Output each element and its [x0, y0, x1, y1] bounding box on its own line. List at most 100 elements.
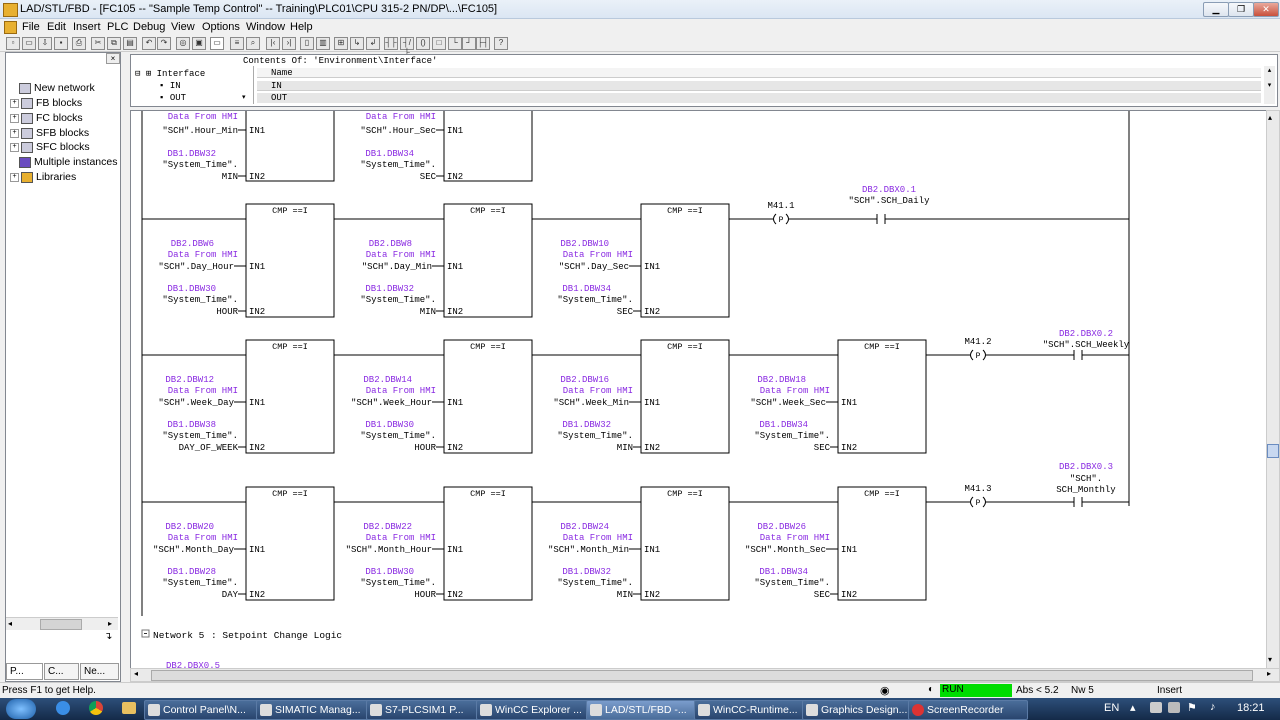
in2-operand[interactable]: HOUR	[414, 443, 436, 453]
pin-icon[interactable]: ↴	[104, 631, 116, 642]
expand-icon[interactable]: +	[10, 128, 19, 138]
in1-operand[interactable]: "SCH".Week_Min	[553, 398, 629, 408]
editor-horizontal-scrollbar[interactable]: ◂ ▸	[130, 668, 1280, 682]
in1-operand[interactable]: "SCH".Day_Hour	[158, 262, 234, 272]
contact-symbol[interactable]: "SCH".SCH_Weekly	[1043, 340, 1130, 350]
cut-icon[interactable]: ✂	[91, 37, 105, 50]
editor-vertical-scrollbar[interactable]: ▴ ▾	[1266, 110, 1280, 670]
in1-operand[interactable]: "SCH".Month_Min	[548, 545, 629, 555]
interface-row-in[interactable]: IN	[257, 81, 1261, 91]
branch-open-icon[interactable]: ↳	[350, 37, 364, 50]
in1-operand[interactable]: "SCH".Month_Day	[153, 545, 235, 555]
expand-icon[interactable]: +	[10, 113, 19, 123]
in2-operand[interactable]: SEC	[617, 307, 634, 317]
language-indicator[interactable]: EN	[1104, 702, 1119, 714]
last-network-icon[interactable]: ›|	[282, 37, 296, 50]
new-icon[interactable]: ▫	[6, 37, 20, 50]
flag-icon[interactable]: ⚑	[1187, 701, 1197, 714]
coil-icon[interactable]: ()	[416, 37, 430, 50]
start-button[interactable]	[6, 699, 36, 719]
expand-icon[interactable]: +	[10, 172, 19, 182]
menu-view[interactable]: View	[171, 21, 195, 33]
branch-icon[interactable]: └	[448, 37, 462, 50]
task-screen-recorder[interactable]: ScreenRecorder	[908, 700, 1028, 720]
menu-help[interactable]: Help	[290, 21, 313, 33]
in2-operand[interactable]: SEC	[814, 590, 831, 600]
menu-insert[interactable]: Insert	[73, 21, 101, 33]
contact-address[interactable]: DB2.DBX0.1	[862, 185, 916, 195]
scroll-thumb[interactable]	[40, 619, 82, 630]
menu-file[interactable]: File	[22, 21, 40, 33]
in2-operand[interactable]: MIN	[617, 443, 633, 453]
in1-operand[interactable]: "SCH".Month_Sec	[745, 545, 826, 555]
scroll-thumb[interactable]	[151, 670, 1253, 681]
network-icon[interactable]: ⊞	[334, 37, 348, 50]
tab-call-structure[interactable]: C...	[44, 663, 79, 680]
network-tray-icon[interactable]	[1150, 702, 1162, 713]
close-pane-icon[interactable]: ×	[106, 53, 120, 64]
menu-debug[interactable]: Debug	[133, 21, 165, 33]
expand-icon[interactable]: +	[10, 142, 19, 152]
contact-symbol[interactable]: "SCH".	[1070, 474, 1102, 484]
tree-item-fb-blocks[interactable]: + FB blocks	[10, 97, 82, 109]
tree-item-sfb-blocks[interactable]: + SFB blocks	[10, 127, 89, 139]
in1-operand[interactable]: "SCH".Month_Hour	[346, 545, 432, 555]
chrome-icon[interactable]	[89, 701, 103, 715]
in1-operand[interactable]: "SCH".Week_Hour	[351, 398, 432, 408]
menu-plc[interactable]: PLC	[107, 21, 128, 33]
layout-icon-2[interactable]: ▥	[316, 37, 330, 50]
in1-operand[interactable]: "SCH".Week_Sec	[750, 398, 826, 408]
copy-icon[interactable]: ⧉	[107, 37, 121, 50]
scroll-up-icon[interactable]: ▴	[1268, 113, 1272, 122]
interface-row-out[interactable]: OUT	[257, 93, 1261, 103]
task-plcsim[interactable]: S7-PLCSIM1 P...	[366, 700, 492, 720]
save-icon[interactable]: ▪	[54, 37, 68, 50]
first-network-icon[interactable]: |‹	[266, 37, 280, 50]
expand-icon[interactable]: +	[10, 98, 19, 108]
in1-operand[interactable]: "SCH".Week_Day	[158, 398, 234, 408]
open-icon[interactable]: ▭	[22, 37, 36, 50]
restore-button[interactable]: ❐	[1228, 2, 1254, 17]
close-button[interactable]: ✕	[1253, 2, 1279, 17]
in1-operand[interactable]: "SCH".Hour_Sec	[360, 126, 436, 136]
explorer-icon[interactable]	[122, 702, 136, 714]
tree-item-new-network[interactable]: New network	[10, 82, 95, 94]
edge-memory-address[interactable]: M41.3	[964, 484, 991, 494]
offline-icon[interactable]: ▭	[210, 37, 224, 50]
scroll-left-icon[interactable]: ◂	[134, 669, 138, 678]
pane-horizontal-scrollbar[interactable]: ◂ ▸	[6, 617, 118, 630]
network-label[interactable]: Network 5	[153, 630, 205, 641]
in1-operand[interactable]: "SCH".Day_Min	[362, 262, 432, 272]
scroll-right-icon[interactable]: ▸	[108, 619, 112, 628]
tree-item-multiple-instances[interactable]: Multiple instances	[10, 156, 117, 168]
tree-item-libraries[interactable]: + Libraries	[10, 171, 76, 183]
print-icon[interactable]: ⎙	[72, 37, 86, 50]
task-wincc-runtime[interactable]: WinCC-Runtime...	[694, 700, 818, 720]
in2-operand[interactable]: MIN	[420, 307, 436, 317]
task-lad-stl-fbd[interactable]: LAD/STL/FBD -...	[586, 700, 710, 720]
help-icon[interactable]: ?	[494, 37, 508, 50]
in2-operand[interactable]: SEC	[420, 172, 437, 182]
ladder-editor[interactable]: Data From HMI "SCH".Hour_Min IN1 DB1.DBW32 "…	[130, 110, 1268, 670]
no-contact-icon[interactable]: ┤├	[384, 37, 398, 50]
task-simatic-manager[interactable]: SIMATIC Manag...	[256, 700, 382, 720]
tree-item-sfc-blocks[interactable]: + SFC blocks	[10, 141, 90, 153]
zoom-icon[interactable]: ⌕	[246, 37, 260, 50]
download-icon[interactable]: ⇩	[38, 37, 52, 50]
interface-in[interactable]: ▪ IN	[159, 81, 181, 91]
layout-icon-1[interactable]: ▯	[300, 37, 314, 50]
in2-operand[interactable]: DAY	[222, 590, 239, 600]
connection-icon[interactable]: ├┤	[476, 37, 490, 50]
in2-operand[interactable]: SEC	[814, 443, 831, 453]
menu-edit[interactable]: Edit	[47, 21, 66, 33]
tree-item-fc-blocks[interactable]: + FC blocks	[10, 112, 83, 124]
in2-operand[interactable]: MIN	[222, 172, 238, 182]
monitor-icon[interactable]: ◎	[176, 37, 190, 50]
paste-icon[interactable]: ▤	[123, 37, 137, 50]
tab-network[interactable]: Ne...	[80, 663, 119, 680]
scroll-right-icon[interactable]: ▸	[1267, 669, 1271, 678]
scroll-down-icon[interactable]: ▾	[1268, 655, 1272, 664]
online-icon[interactable]: ▣	[192, 37, 206, 50]
in2-operand[interactable]: HOUR	[216, 307, 238, 317]
edge-memory-address[interactable]: M41.1	[767, 201, 794, 211]
